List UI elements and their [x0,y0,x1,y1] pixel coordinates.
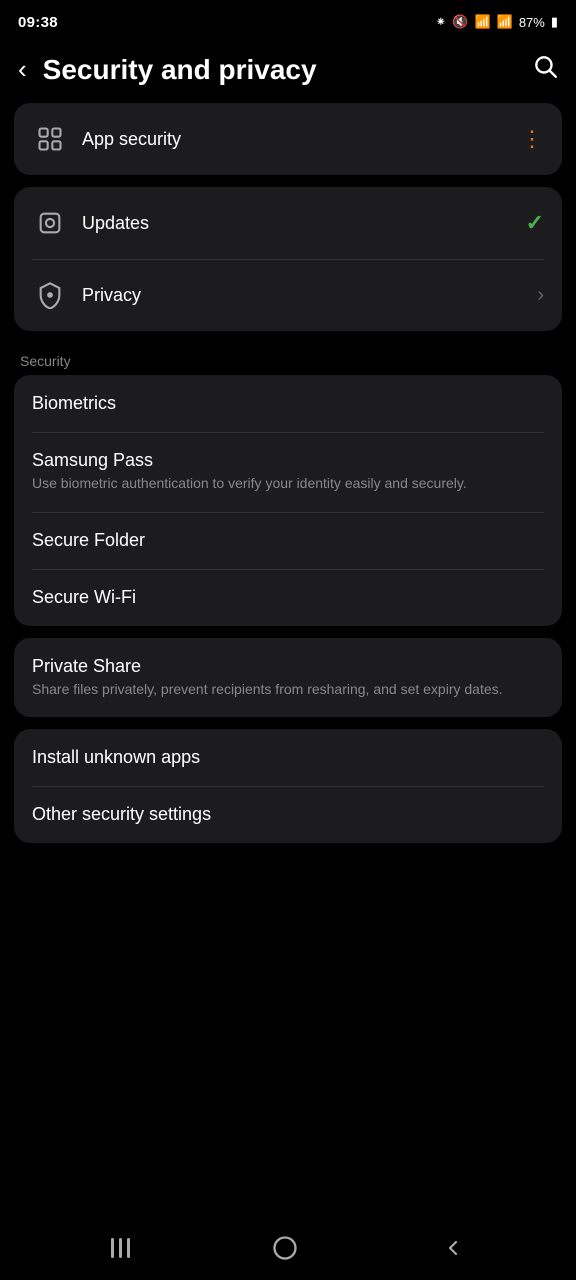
status-icons: ⁕ 🔇 📶 📶 87% ▮ [435,14,558,30]
private-share-title: Private Share [32,656,544,677]
back-nav-button[interactable] [441,1236,465,1260]
header: ‹ Security and privacy [0,40,576,103]
home-button[interactable] [271,1234,299,1262]
private-share-text: Private Share Share files privately, pre… [32,656,544,700]
biometrics-item[interactable]: Biometrics [14,375,562,432]
secure-wifi-title: Secure Wi-Fi [32,587,544,608]
privacy-text: Privacy [82,285,527,306]
secure-folder-title: Secure Folder [32,530,544,551]
updates-end: ✓ [526,210,544,236]
battery-icon: ▮ [551,14,558,30]
status-bar: 09:38 ⁕ 🔇 📶 📶 87% ▮ [0,0,576,40]
updates-title: Updates [82,213,516,234]
updates-item[interactable]: Updates ✓ [14,187,562,259]
chevron-right-icon: › [537,284,544,306]
install-unknown-apps-text: Install unknown apps [32,747,544,768]
samsung-pass-text: Samsung Pass Use biometric authenticatio… [32,450,544,494]
privacy-icon [32,277,68,313]
recent-apps-icon [111,1238,130,1258]
nav-bar [0,1216,576,1280]
header-left: ‹ Security and privacy [12,50,317,89]
private-share-card: Private Share Share files privately, pre… [14,638,562,718]
biometrics-text: Biometrics [32,393,544,414]
back-nav-icon [441,1236,465,1260]
security-card: Biometrics Samsung Pass Use biometric au… [14,375,562,626]
back-button[interactable]: ‹ [12,50,33,89]
bluetooth-icon: ⁕ [435,14,446,30]
biometrics-title: Biometrics [32,393,544,414]
settings-content: App security ⋮ Updates ✓ [0,103,576,1216]
install-unknown-apps-title: Install unknown apps [32,747,544,768]
privacy-title: Privacy [82,285,527,306]
privacy-end: › [537,284,544,307]
search-button[interactable] [532,53,558,86]
app-security-end: ⋮ [521,126,544,152]
more-options-icon[interactable]: ⋮ [521,126,544,151]
security-section-label: Security [14,343,562,375]
samsung-pass-item[interactable]: Samsung Pass Use biometric authenticatio… [14,432,562,512]
page-title: Security and privacy [43,54,317,86]
private-share-item[interactable]: Private Share Share files privately, pre… [14,638,562,718]
privacy-item[interactable]: Privacy › [14,259,562,331]
secure-folder-text: Secure Folder [32,530,544,551]
status-time: 09:38 [18,14,58,31]
battery-text: 87% [519,15,545,30]
other-security-text: Other security settings [32,804,544,825]
updates-privacy-card: Updates ✓ Privacy › [14,187,562,331]
secure-wifi-text: Secure Wi-Fi [32,587,544,608]
mute-icon: 🔇 [452,14,468,30]
app-security-card: App security ⋮ [14,103,562,175]
samsung-pass-title: Samsung Pass [32,450,544,471]
signal-icon: 📶 [497,14,513,30]
updates-text: Updates [82,213,516,234]
app-security-icon [32,121,68,157]
secure-folder-item[interactable]: Secure Folder [14,512,562,569]
bottom-settings-card: Install unknown apps Other security sett… [14,729,562,843]
recent-apps-button[interactable] [111,1238,130,1258]
private-share-subtitle: Share files privately, prevent recipient… [32,680,544,700]
secure-wifi-item[interactable]: Secure Wi-Fi [14,569,562,626]
other-security-settings-item[interactable]: Other security settings [14,786,562,843]
app-security-title: App security [82,129,511,150]
other-security-title: Other security settings [32,804,544,825]
home-icon [271,1234,299,1262]
wifi-icon: 📶 [474,14,490,30]
check-icon: ✓ [526,210,544,235]
app-security-text: App security [82,129,511,150]
install-unknown-apps-item[interactable]: Install unknown apps [14,729,562,786]
samsung-pass-subtitle: Use biometric authentication to verify y… [32,474,544,494]
app-security-item[interactable]: App security ⋮ [14,103,562,175]
updates-icon [32,205,68,241]
